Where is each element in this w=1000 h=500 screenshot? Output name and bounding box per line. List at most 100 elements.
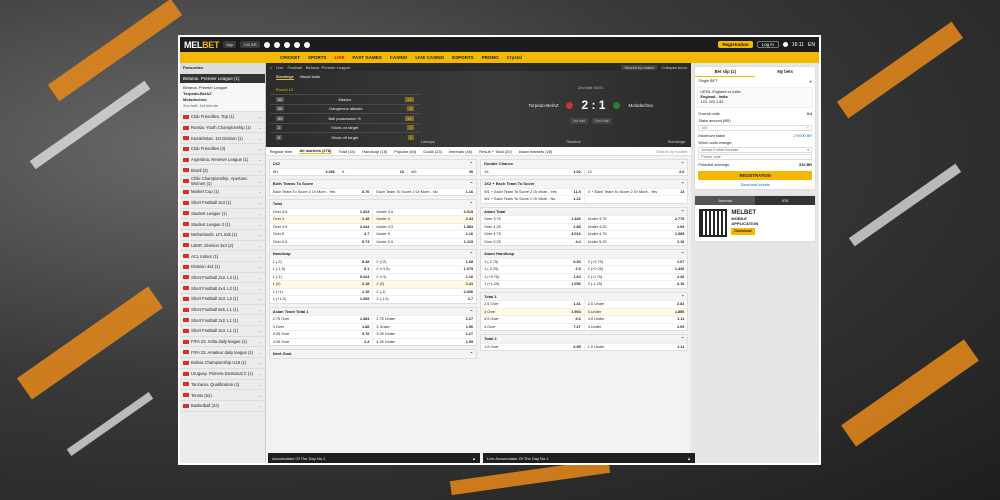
sidebar-item[interactable]: Club Friendlies (4) ⌄ [180, 144, 265, 155]
chevron-up-icon[interactable]: ⌃ [470, 309, 473, 314]
accumulator-left[interactable]: Accumulator Of The Day No.1 ▲ [268, 453, 480, 463]
odds-cell[interactable]: Under 5 1.16 [373, 231, 476, 238]
accumulator-right[interactable]: Live Accumulator Of The Day No.1 ▲ [483, 453, 695, 463]
odds-cell[interactable]: 2.5 Over 1.41 [481, 301, 585, 308]
sidebar-item[interactable]: Student League (1) ⌄ [180, 209, 265, 220]
odds-cell[interactable]: Over 3.75 1.440 [481, 216, 585, 223]
odds-cell[interactable]: 1 (+1.5) 1.068 [270, 296, 374, 303]
odds-cell[interactable]: Each Team To Score 2 Or More - Yes 8.76 [270, 188, 374, 195]
market-search-input[interactable]: Search by market [656, 149, 687, 154]
tab-android[interactable]: Android [695, 196, 756, 205]
nav-fast-games[interactable]: FAST GAMES [353, 55, 382, 60]
market-tab[interactable]: Handicap (15) [362, 149, 387, 154]
market-tab[interactable]: Asian markets (28) [519, 149, 553, 154]
odds-cell[interactable]: 1.5 Over 6.95 [481, 343, 585, 350]
odds-cell[interactable]: Over 5.5 5.73 [270, 238, 374, 245]
favourites-header[interactable]: Favourites [180, 63, 265, 74]
sidebar-item[interactable]: FIFA 23. Volta daily league (1) ⌄ [180, 337, 265, 348]
nav-crystal[interactable]: Crystal [507, 55, 522, 60]
sidebar-item[interactable]: Short Football 2x2. L2 (1) ⌄ [180, 273, 265, 284]
selection-card[interactable]: UEFA. England vs India England - India 1… [697, 87, 813, 108]
login-button[interactable]: Log in [756, 41, 779, 48]
odds-cell[interactable]: 1 (-2.75) 8.54 [481, 258, 585, 265]
odds-cell[interactable]: 1 (-2) 8.48 [270, 258, 374, 265]
tab-ios[interactable]: iOS [755, 196, 815, 205]
odds-cell[interactable]: Each Team To Score 2 Or More - No 1.16 [373, 189, 476, 196]
chevron-up-icon[interactable]: ⌃ [470, 201, 473, 206]
odds-cell[interactable]: 3 Over 1.88 [270, 323, 374, 330]
crumb-football[interactable]: Football [288, 65, 302, 70]
odds-cell[interactable]: 1 (+1.25) 1.056 [481, 281, 585, 288]
odds-cell[interactable]: 4.25 Over 2.4 [270, 338, 374, 345]
odds-cell[interactable]: 2 (-1.25) 3.16 [585, 281, 688, 288]
odds-cell[interactable]: Under 4.75 1.385 [585, 231, 688, 238]
match-search-input[interactable]: Search by match [621, 64, 658, 70]
odds-cell[interactable]: W1 3.456 [270, 168, 339, 175]
odds-cell[interactable]: Over 5.25 4.4 [481, 238, 585, 245]
registration-button[interactable]: Registration [718, 41, 753, 48]
league-header[interactable]: Belarus. Premier League (1) [180, 74, 265, 83]
odds-change-select[interactable]: Accept if odds increase ▾ [698, 147, 812, 153]
odds-cell[interactable]: Under 5.5 1.115 [373, 239, 476, 246]
odds-cell[interactable]: 3 Under 1.96 [373, 324, 476, 331]
odds-cell[interactable]: Under 4 2.34 [373, 216, 476, 223]
odds-cell[interactable]: Over 3.5 1.324 [270, 208, 374, 215]
odds-cell[interactable]: 12 2.6 [585, 169, 688, 176]
odds-cell[interactable]: Under 3.75 2.775 [585, 216, 688, 223]
sidebar-item[interactable]: Basketball (22) ⌄ [180, 401, 265, 412]
odds-cell[interactable]: 2 (-1) 2.336 [373, 289, 476, 296]
odds-cell[interactable]: 1 (-1) 5.344 [270, 273, 374, 280]
chevron-up-icon[interactable]: ⌃ [681, 294, 684, 299]
crumb-league[interactable]: Belarus. Premier League [306, 65, 350, 70]
market-tab[interactable]: All markets (278) [299, 148, 332, 154]
market-title[interactable]: Double Chance ⌃ [481, 160, 688, 168]
nav-esports[interactable]: ESPORTS [452, 55, 474, 60]
odds-cell[interactable]: Over 4.75 3.016 [481, 231, 585, 238]
nav-sports[interactable]: SPORTS [308, 55, 327, 60]
stake-input[interactable]: 100 + [698, 125, 812, 131]
odds-cell[interactable]: 1X 1.02 [481, 168, 585, 175]
crumb-live[interactable]: Live [276, 65, 283, 70]
tab-visual-stats[interactable]: Visual stats [300, 74, 320, 80]
odds-cell[interactable]: 3.5 Under 1.11 [585, 316, 688, 323]
odds-cell[interactable]: 2.75 Under 2.27 [373, 316, 476, 323]
odds-cell[interactable]: 4.25 Under 1.55 [373, 339, 476, 346]
registration-cta-button[interactable]: REGISTRATION [698, 171, 812, 180]
chevron-up-icon[interactable]: ⌃ [470, 251, 473, 256]
chevron-up-icon[interactable]: ⌃ [681, 251, 684, 256]
odds-cell[interactable]: 1 (+0.75) 1.64 [481, 273, 585, 280]
sidebar-item[interactable]: Argentina. Reserve League (1) ⌄ [180, 155, 265, 166]
youtube-icon[interactable] [293, 41, 300, 48]
odds-cell[interactable]: 1 (-1.5) 8.1 [270, 266, 374, 273]
chevron-up-icon[interactable]: ⌃ [470, 181, 473, 186]
tab-bet-slip[interactable]: Bet slip (1) [695, 67, 756, 77]
sidebar-item[interactable]: Short Football 4x4. L2 (1) ⌄ [180, 283, 265, 294]
close-icon[interactable]: ✕ [809, 79, 812, 84]
sidebar-item[interactable]: Uruguay. Primera Divisional C (1) ⌄ [180, 369, 265, 380]
standings-button[interactable]: Standings [668, 139, 686, 144]
sidebar-item[interactable]: Russia. Youth Championship (1) ⌄ [180, 123, 265, 134]
market-tab[interactable]: Result + Total (20) [479, 149, 512, 154]
melbet-logo[interactable]: MELBET [184, 40, 220, 50]
sidebar-item[interactable]: Short Football 3x3. L2 (1) ⌄ [180, 294, 265, 305]
chevron-up-icon[interactable]: ⌃ [681, 336, 684, 341]
odds-cell[interactable]: 3.25 Over 3.76 [270, 331, 374, 338]
odds-cell[interactable]: W2 30 [408, 169, 476, 176]
sidebar-item[interactable]: Club Friendlies. Top (1) ⌄ [180, 112, 265, 123]
odds-cell[interactable] [585, 196, 688, 203]
bet-type[interactable]: Single BET [698, 79, 717, 84]
sidebar-item[interactable]: Chile Championship. Apertura. Women (1) ⌄ [180, 176, 265, 188]
chevron-up-icon[interactable]: ⌃ [681, 181, 684, 186]
tab-my-bets[interactable]: My bets [755, 67, 815, 77]
home-icon[interactable]: ⌂ [270, 65, 272, 70]
odds-cell[interactable]: 4 Under 1.09 [585, 324, 688, 331]
odds-cell[interactable]: 2 (+1) 1.16 [373, 274, 476, 281]
odds-cell[interactable]: Under 3.5 3.315 [373, 209, 476, 216]
sidebar-item[interactable]: ACL Indoor (1) ⌄ [180, 251, 265, 262]
odds-cell[interactable]: 3.25 Under 1.27 [373, 331, 476, 338]
odds-cell[interactable]: 2 (+0.25) 1.426 [585, 266, 688, 273]
sidebar-item[interactable]: Short Football 3x3. L1 (1) ⌄ [180, 326, 265, 337]
sidebar-item[interactable]: Brazil (3) ⌄ [180, 165, 265, 177]
odds-cell[interactable]: 1 (0) 3.18 [270, 281, 374, 288]
instagram-icon[interactable] [283, 41, 290, 48]
